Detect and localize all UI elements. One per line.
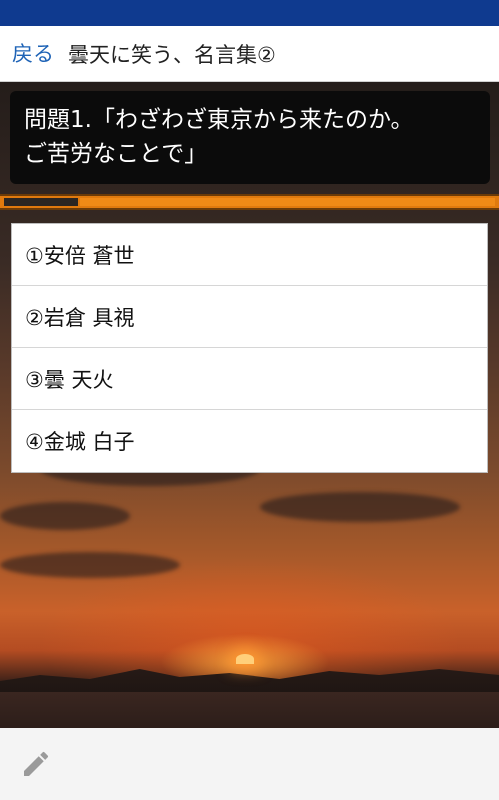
- question-text-line-1: 問題1.「わざわざ東京から来たのか。: [24, 107, 414, 133]
- answer-list: ①安倍 蒼世 ②岩倉 具視 ③曇 天火 ④金城 白子: [11, 223, 488, 473]
- pencil-icon[interactable]: [20, 748, 52, 780]
- progress-remaining: [80, 198, 495, 206]
- page-title: 曇天に笑う、名言集②: [68, 42, 276, 67]
- water: [0, 692, 499, 728]
- answer-option-2[interactable]: ②岩倉 具視: [12, 286, 487, 348]
- answer-option-4[interactable]: ④金城 白子: [12, 410, 487, 472]
- answer-option-1[interactable]: ①安倍 蒼世: [12, 224, 487, 286]
- status-bar: [0, 0, 499, 26]
- cloud-shape: [260, 492, 460, 522]
- progress-fill: [4, 198, 78, 206]
- question-box: 問題1.「わざわざ東京から来たのか。 ご苦労なことで」: [10, 91, 490, 184]
- cloud-shape: [0, 502, 130, 530]
- answer-option-3[interactable]: ③曇 天火: [12, 348, 487, 410]
- bottom-bar: [0, 728, 499, 800]
- back-button[interactable]: 戻る: [12, 26, 54, 82]
- cloud-shape: [0, 552, 180, 578]
- question-text-line-2: ご苦労なことで」: [24, 141, 208, 167]
- progress-bar: [0, 194, 499, 210]
- sun: [236, 654, 254, 664]
- app-header: 戻る 曇天に笑う、名言集②: [0, 26, 499, 82]
